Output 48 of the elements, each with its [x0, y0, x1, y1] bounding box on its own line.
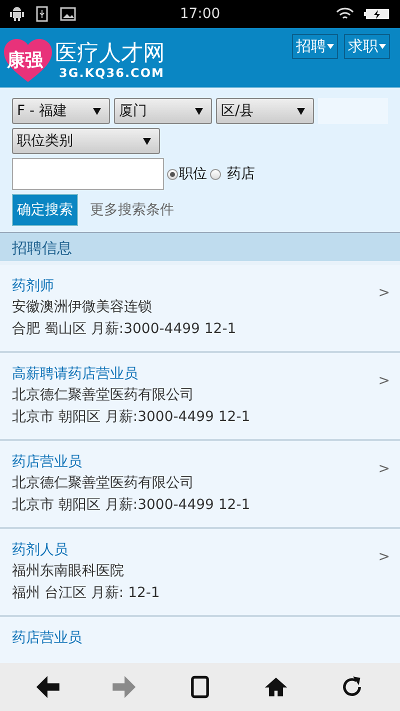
keyword-field[interactable]: [12, 158, 164, 190]
chevron: >: [378, 549, 390, 565]
job-title: 高薪聘请药店营业员: [12, 365, 139, 383]
caret-icon: [143, 138, 151, 144]
dropdown[interactable]: 职位类别: [12, 128, 160, 154]
job-title: 药店营业员: [12, 629, 82, 647]
radio-label: 职位: [179, 165, 207, 183]
dropdown[interactable]: 区/县: [216, 98, 314, 124]
company-name: 北京德仁聚善堂医药有限公司: [12, 386, 195, 405]
menu-button[interactable]: 招聘: [292, 34, 338, 59]
caret-icon: [195, 108, 203, 114]
dropdown[interactable]: F - 福建: [12, 98, 110, 124]
job-title: 药剂人员: [12, 541, 69, 559]
company-name: 安徽澳洲伊微美容连锁: [12, 298, 153, 317]
job-details: 合肥 蜀山区 月薪:3000-4499 12-1: [12, 320, 236, 339]
battery-icon: [364, 8, 390, 20]
radio-label: 药店: [227, 165, 255, 183]
image-icon: [60, 7, 76, 21]
section-header: 招聘信息: [0, 233, 400, 265]
job-details: 福州 台江区 月薪: 12-1: [12, 584, 160, 603]
logo-badge-text: 康强: [7, 49, 43, 72]
job-title: 药店营业员: [12, 453, 83, 471]
back-icon[interactable]: [35, 674, 61, 700]
chevron: >: [378, 461, 390, 477]
caret-icon: [93, 108, 101, 114]
job-title: 药剂师: [12, 277, 55, 295]
chevron: >: [378, 285, 390, 301]
company-name: 福州东南眼科医院: [12, 562, 125, 581]
radio-button[interactable]: [210, 168, 221, 180]
company-name: 北京德仁聚善堂医药有限公司: [12, 474, 195, 493]
job-details: 北京市 朝阳区 月薪:3000-4499 12-1: [12, 408, 250, 427]
logo-title: 医疗人才网: [55, 42, 165, 66]
more-options-link[interactable]: 更多搜索条件: [90, 201, 174, 219]
chevron: >: [378, 373, 390, 389]
status-time: 17:00: [180, 6, 220, 22]
wifi-icon: [336, 7, 354, 21]
caret-icon: [379, 44, 386, 49]
dropdown[interactable]: 厦门: [114, 98, 212, 124]
caret-icon: [297, 108, 305, 114]
search-button[interactable]: 确定搜索: [12, 194, 78, 226]
job-details: 北京市 朝阳区 月薪:3000-4499 12-1: [12, 496, 250, 515]
logo-domain: 3G.KQ36.COM: [59, 66, 165, 80]
menu-button[interactable]: 求职: [344, 34, 390, 59]
caret-icon: [327, 44, 334, 49]
android-icon: [10, 6, 24, 22]
usb-icon: [36, 6, 48, 22]
heart-icon: [4, 39, 52, 83]
radio-button[interactable]: [167, 168, 178, 180]
